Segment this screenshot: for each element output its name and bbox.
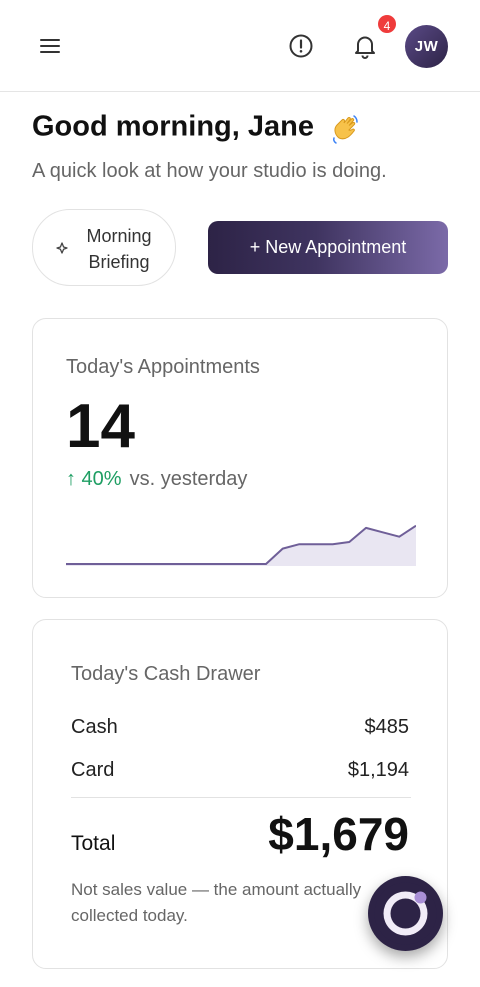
cash-value: $485 <box>364 716 410 738</box>
total-label: Total <box>71 832 116 855</box>
avatar[interactable]: JW <box>405 25 448 68</box>
divider <box>71 797 411 798</box>
cash-drawer-title: Today's Cash Drawer <box>71 663 261 685</box>
notification-badge: 4 <box>376 13 398 35</box>
morning-briefing-label: Morning Briefing <box>75 223 163 275</box>
assistant-fab-button[interactable] <box>368 876 443 951</box>
appointments-title: Today's Appointments <box>66 356 260 378</box>
card-value: $1,194 <box>347 759 409 781</box>
appointments-sparkline <box>66 524 416 566</box>
alert-circle-icon[interactable] <box>288 33 314 59</box>
cash-drawer-note: Not sales value — the amount actually co… <box>71 880 362 925</box>
bell-icon[interactable] <box>351 32 379 60</box>
briefing-line-2: Briefing <box>88 252 150 272</box>
assistant-orb-icon <box>374 882 437 945</box>
top-bar: 4 JW <box>0 0 480 92</box>
cash-label: Cash <box>71 716 118 738</box>
appointments-count: 14 <box>66 392 135 461</box>
change-percent: ↑ 40% <box>66 468 122 490</box>
change-comparison: vs. yesterday <box>129 468 248 490</box>
greeting-heading: Good morning, Jane <box>32 110 364 146</box>
briefing-line-1: Morning <box>86 226 152 246</box>
waving-hand-icon <box>328 110 364 146</box>
sparkle-icon <box>55 241 69 255</box>
morning-briefing-button[interactable]: Morning Briefing <box>32 209 176 286</box>
appointments-card: Today's Appointments 14 ↑ 40% vs. yesterd… <box>32 318 448 598</box>
new-appointment-button[interactable]: + New Appointment <box>208 221 448 274</box>
greeting-subtitle: A quick look at how your studio is doing… <box>32 160 387 182</box>
total-value: $1,679 <box>268 808 409 860</box>
sparkline-area <box>66 525 416 566</box>
greeting-title: Good morning, Jane <box>32 110 314 143</box>
hamburger-menu-icon[interactable] <box>38 36 64 56</box>
appointments-change: ↑ 40% vs. yesterday <box>66 468 247 491</box>
card-label: Card <box>71 759 115 781</box>
